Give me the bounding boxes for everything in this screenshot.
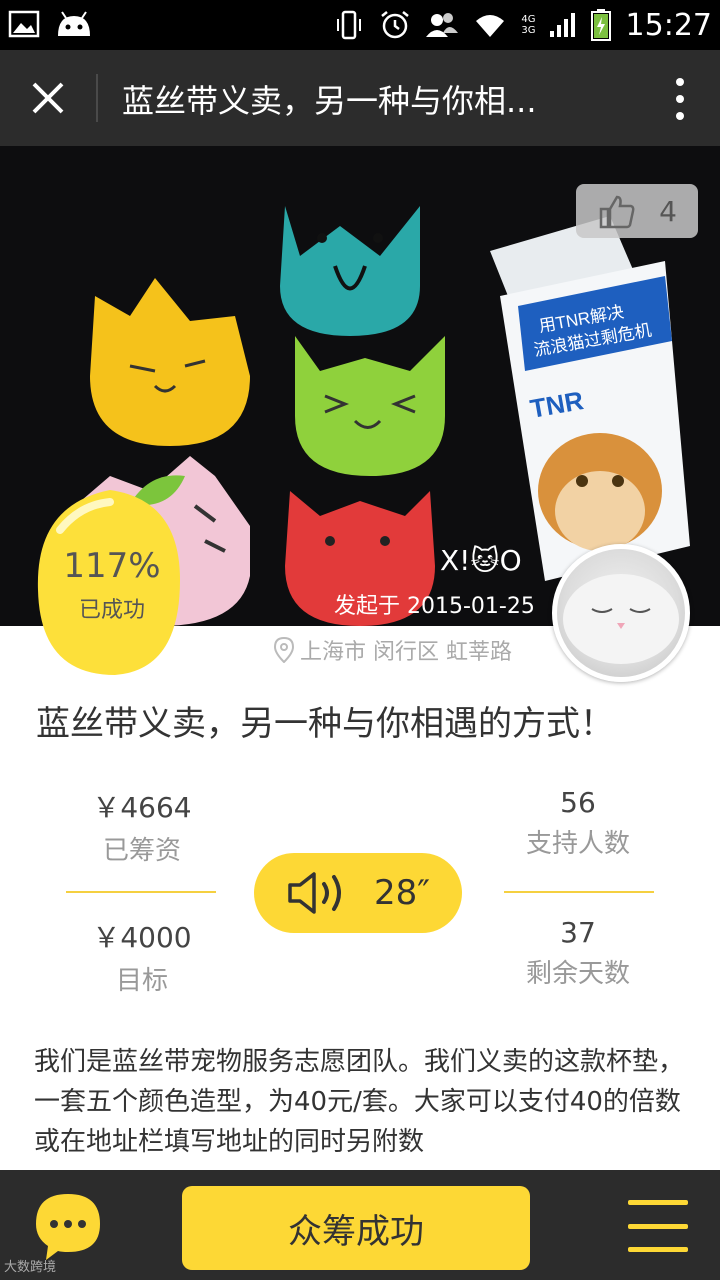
- title-divider: [96, 74, 98, 122]
- like-count: 4: [659, 194, 677, 228]
- stat-goal: ￥4000 目标: [52, 916, 232, 997]
- goal-value: ￥4000: [92, 921, 192, 954]
- audio-play-button[interactable]: 28″: [254, 853, 462, 933]
- divider-right: [504, 891, 654, 893]
- backers-value: 56: [560, 786, 596, 819]
- author-name[interactable]: X!🐱O: [440, 544, 522, 577]
- thumbs-up-icon: [599, 195, 635, 229]
- location: 上海市 闵行区 虹莘路: [274, 634, 512, 666]
- crowdfunding-success-button[interactable]: 众筹成功: [182, 1186, 530, 1270]
- start-date: 发起于 2015-01-25: [334, 594, 535, 619]
- speaker-icon: [288, 872, 342, 914]
- avatar[interactable]: [552, 544, 690, 682]
- days-label: 剩余天数: [525, 959, 630, 989]
- menu-line: [628, 1223, 688, 1229]
- menu-line: [628, 1247, 688, 1252]
- stat-raised: ￥4664 已筹资: [52, 786, 232, 867]
- menu-button[interactable]: [628, 1200, 688, 1252]
- battery-charging-icon: [590, 9, 611, 41]
- status-time: 15:27: [625, 7, 712, 43]
- bottom-bar: 众筹成功: [0, 1170, 720, 1280]
- stat-days: 37 剩余天数: [488, 916, 668, 990]
- wifi-icon: [476, 15, 505, 37]
- stat-backers: 56 支持人数: [488, 786, 668, 860]
- network-type: 4G 3G: [521, 14, 536, 36]
- audio-duration: 28″: [374, 873, 430, 913]
- project-description: 我们是蓝丝带宠物服务志愿团队。我们义卖的这款杯垫，一套五个颜色造型，为40元/套…: [34, 1047, 685, 1157]
- close-icon: [32, 82, 64, 114]
- divider-left: [66, 891, 216, 893]
- close-button[interactable]: [22, 72, 74, 124]
- android-icon: [58, 11, 90, 36]
- goal-label: 目标: [115, 966, 168, 996]
- raised-value: ￥4664: [92, 791, 192, 824]
- chat-bubble-icon: [36, 1194, 100, 1260]
- signal-icon: [549, 13, 575, 37]
- alarm-icon: [381, 11, 410, 39]
- raised-label: 已筹资: [102, 836, 181, 866]
- phone-vibrate-icon: [337, 10, 362, 40]
- title-bar: 蓝丝带义卖，另一种与你相...: [0, 50, 720, 146]
- menu-line: [628, 1200, 688, 1205]
- comment-button[interactable]: [32, 1190, 104, 1262]
- location-pin-icon: [274, 637, 294, 663]
- days-value: 37: [560, 916, 596, 949]
- more-button[interactable]: [670, 76, 690, 122]
- more-vertical-icon: [676, 78, 684, 120]
- white-cat-avatar: [563, 574, 679, 664]
- page-title: 蓝丝带义卖，另一种与你相...: [122, 82, 537, 120]
- contacts-icon: [426, 13, 459, 37]
- gallery-icon: [8, 10, 40, 38]
- backers-label: 支持人数: [525, 829, 630, 859]
- success-label: 已成功: [78, 598, 145, 623]
- location-text: 上海市 闵行区 虹莘路: [300, 640, 512, 665]
- watermark: 大数跨境: [4, 1260, 57, 1275]
- success-percent: 117%: [63, 546, 161, 586]
- status-bar: 4G 3G 15:27: [0, 0, 720, 50]
- project-title: 蓝丝带义卖，另一种与你相遇的方式！: [36, 704, 614, 744]
- like-button[interactable]: 4: [576, 184, 698, 238]
